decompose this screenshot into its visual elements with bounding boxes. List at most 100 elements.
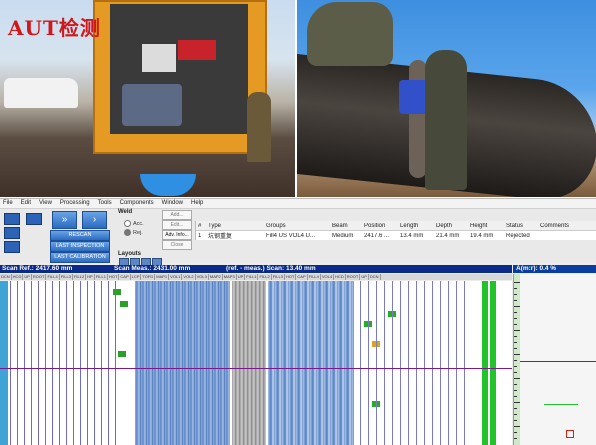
amplitude-gate [544, 404, 578, 405]
amplitude-tick [514, 414, 517, 415]
channel-trace [416, 281, 417, 445]
scan-cursor-line[interactable] [0, 368, 512, 369]
col-depth[interactable]: Depth [434, 223, 468, 229]
col-num[interactable]: # [196, 223, 206, 229]
rescan-button[interactable]: RESCAN [50, 230, 110, 241]
indication-green-2 [490, 281, 496, 445]
channel-label: UP [24, 274, 32, 280]
col-status[interactable]: Status [504, 223, 538, 229]
photo-aut-truck: AUT检测 [0, 0, 295, 197]
tofd-zone-2 [268, 281, 354, 445]
amplitude-tick [514, 282, 520, 283]
channel-trace [384, 281, 385, 445]
channel-label: HCD [12, 274, 24, 280]
amplitude-readout-bar: A(m:r): 0.4 % [513, 265, 596, 273]
amplitude-tick [514, 300, 517, 301]
channel-label: FILL3 [60, 274, 73, 280]
channel-label: LCP [131, 274, 142, 280]
amplitude-marker [566, 430, 574, 438]
channel-label: CAP [120, 274, 131, 280]
channel-label: ROOT [346, 274, 361, 280]
channel-trace [360, 281, 361, 445]
amplitude-tick [514, 330, 520, 331]
settings-icon[interactable] [4, 227, 20, 239]
strip-chart-display[interactable] [0, 281, 512, 445]
channel-trace [392, 281, 393, 445]
channel-label-strip: DCN HCD UP ROOT FILL4 FILL3 FILL2 HP FILL1 HOT CAP… [0, 274, 512, 280]
col-length[interactable]: Length [398, 223, 434, 229]
cell-type: 坑钢重复 [208, 234, 233, 240]
channel-trace [101, 281, 102, 445]
cell-length: 13.4 mm [400, 232, 424, 239]
channel-trace [108, 281, 109, 445]
next-weld-button[interactable]: › [82, 211, 107, 229]
channel-trace [94, 281, 95, 445]
menu-tools[interactable]: Tools [98, 199, 112, 208]
adv-info-button[interactable]: Adv. Info... [162, 230, 192, 240]
col-groups[interactable]: Groups [264, 223, 330, 229]
add-button[interactable]: Add... [162, 210, 192, 220]
col-type[interactable]: Type [206, 223, 264, 229]
menu-edit[interactable]: Edit [21, 199, 31, 208]
menu-window[interactable]: Window [162, 199, 183, 208]
amplitude-tick [514, 378, 520, 379]
col-position[interactable]: Position [362, 223, 398, 229]
toolbar: » › RESCAN LAST INSPECTION LAST CALIBRAT… [0, 209, 596, 267]
menu-processing[interactable]: Processing [60, 199, 90, 208]
cell-num: 1 [198, 232, 202, 239]
previous-weld-button[interactable]: » [52, 211, 77, 229]
channel-label: FILL4 [308, 274, 321, 280]
channel-label: HOT [285, 274, 297, 280]
channel-trace [73, 281, 74, 445]
col-beam[interactable]: Beam [330, 223, 362, 229]
worker [247, 92, 271, 162]
menu-view[interactable]: View [39, 199, 52, 208]
scan-readout-bar: Scan Ref.: 2417.60 mm Scan Meas.: 2431.0… [0, 265, 512, 273]
photo-pipeline-inspection [297, 0, 596, 197]
amplitude-readout: A(m:r): 0.4 % [516, 265, 557, 272]
last-calibration-button[interactable]: LAST CALIBRATION [50, 252, 110, 263]
channel-label: FILL3 [272, 274, 285, 280]
amplitude-tick [514, 384, 517, 385]
close-button[interactable]: Close [162, 240, 192, 250]
menu-file[interactable]: File [3, 199, 13, 208]
scan-view-icon[interactable] [4, 213, 20, 225]
channel-label: VOL3 [196, 274, 209, 280]
edit-button[interactable]: Edit... [162, 220, 192, 230]
channel-trace [432, 281, 433, 445]
table-row[interactable]: 1 坑钢重复 Fill4 US VOL4 U... Medium 2417.6 … [196, 231, 596, 241]
data-view-icon[interactable] [26, 213, 42, 225]
channel-trace [66, 281, 67, 445]
amplitude-cursor [520, 361, 596, 362]
tofd-zone-1 [135, 281, 230, 445]
channel-trace [52, 281, 53, 445]
blue-basin [140, 174, 196, 196]
scan-diff-readout: (ref. - meas.) Scan: 13.40 mm [226, 265, 316, 272]
amplitude-tick [514, 306, 520, 307]
radio-acc[interactable]: Acc. [124, 220, 144, 227]
indication-green-1 [482, 281, 488, 445]
channel-label: FILL4 [47, 274, 60, 280]
indication-spot [118, 351, 126, 357]
radio-rej[interactable]: Rej. [124, 229, 143, 236]
channel-label: FILL2 [73, 274, 87, 280]
amplitude-panel[interactable] [513, 274, 596, 445]
channel-label: HP [87, 274, 95, 280]
amplitude-tick [514, 318, 517, 319]
air-conditioner-unit [142, 44, 176, 72]
col-height[interactable]: Height [468, 223, 504, 229]
report-icon[interactable] [4, 241, 20, 253]
channel-label: MAP3 [223, 274, 237, 280]
amplitude-tick [514, 366, 517, 367]
col-comments[interactable]: Comments [538, 223, 578, 229]
menu-components[interactable]: Components [120, 199, 154, 208]
aut-software-window: File Edit View Processing Tools Componen… [0, 198, 596, 445]
channel-label: MAP1 [156, 274, 170, 280]
last-inspection-button[interactable]: LAST INSPECTION [50, 241, 110, 252]
channel-trace [440, 281, 441, 445]
cell-groups: Fill4 US VOL4 U... [266, 232, 316, 239]
cell-depth: 21.4 mm [436, 232, 460, 239]
menu-help[interactable]: Help [191, 199, 203, 208]
amplitude-tick [514, 396, 517, 397]
channel-label: VOL2 [183, 274, 196, 280]
